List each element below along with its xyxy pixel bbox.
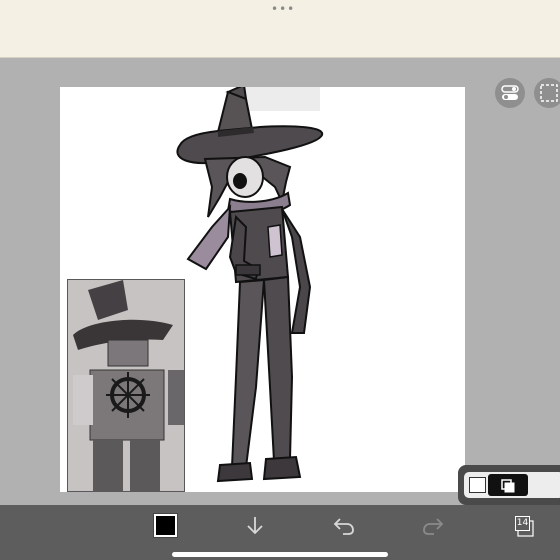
left-leg: [230, 278, 266, 468]
right-leg: [262, 275, 294, 463]
download-icon[interactable]: [242, 513, 268, 539]
copy-layer-icon: [501, 478, 515, 493]
right-shoe: [262, 455, 302, 481]
color-swatch[interactable]: [153, 513, 178, 538]
selection-icon: [540, 84, 558, 102]
top-bar: •••: [0, 0, 560, 58]
left-shoe: [216, 461, 254, 483]
undo-icon[interactable]: [331, 513, 357, 539]
layer-count: 14: [515, 516, 530, 531]
layers-icon[interactable]: 14: [510, 513, 536, 539]
more-dots-icon[interactable]: •••: [271, 3, 295, 15]
toggle-icon: [501, 85, 519, 100]
toggle-button[interactable]: [495, 78, 525, 108]
shirt: [267, 224, 283, 258]
selection-button[interactable]: [534, 78, 560, 108]
bottom-toolbar: 14: [0, 505, 560, 560]
glove: [235, 264, 261, 276]
redo-icon[interactable]: [420, 513, 446, 539]
home-indicator: [172, 552, 388, 557]
reference-figure: [68, 280, 184, 491]
reference-photo[interactable]: [67, 279, 185, 492]
white-layer-icon[interactable]: [469, 477, 486, 493]
layer-switcher[interactable]: [464, 472, 560, 498]
mouth: [233, 173, 247, 189]
selection-patch: [240, 87, 320, 111]
copy-layer-button[interactable]: [488, 474, 528, 496]
layer-panel: [458, 465, 560, 505]
